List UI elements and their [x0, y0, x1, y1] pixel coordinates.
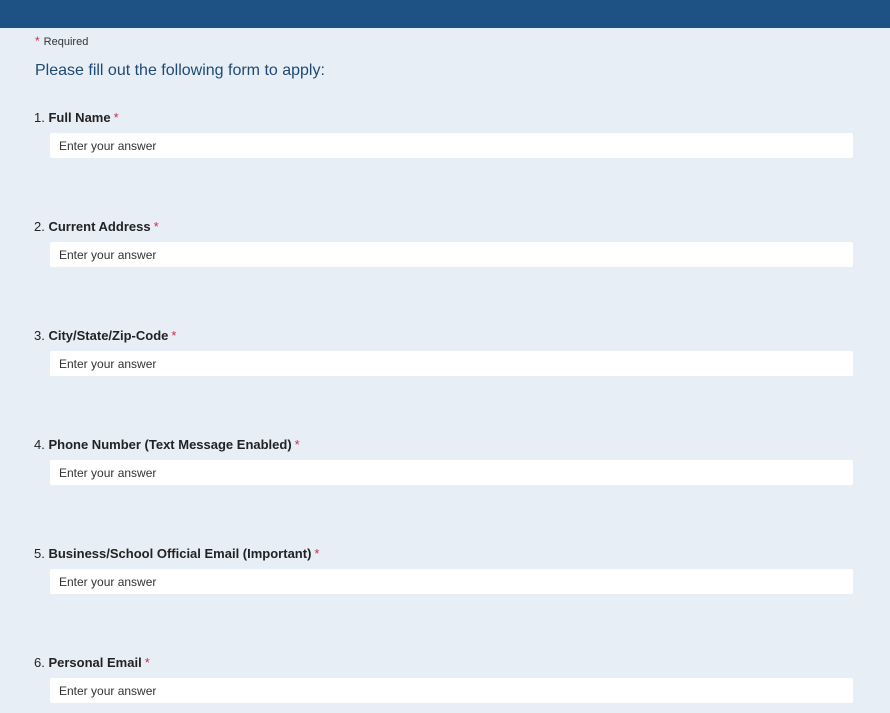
required-star: * — [113, 110, 119, 125]
question-text: Full Name — [48, 110, 111, 125]
question-number: 1. — [34, 110, 45, 125]
question-text: Phone Number (Text Message Enabled) — [48, 437, 292, 452]
question-number: 5. — [34, 546, 45, 561]
required-star: * — [314, 546, 320, 561]
question-text: City/State/Zip-Code — [48, 328, 169, 343]
required-star: * — [171, 328, 177, 343]
phone-number-input[interactable] — [50, 460, 853, 485]
required-label: Required — [43, 36, 89, 48]
top-banner — [0, 0, 890, 28]
question-current-address: 2. Current Address * — [34, 218, 854, 267]
question-number: 2. — [34, 219, 45, 234]
required-star: * — [153, 219, 159, 234]
business-email-input[interactable] — [50, 569, 853, 594]
question-label: 5. Business/School Official Email (Impor… — [34, 545, 854, 563]
question-business-email: 5. Business/School Official Email (Impor… — [34, 545, 854, 594]
question-full-name: 1. Full Name * — [34, 109, 854, 158]
question-label: 1. Full Name * — [34, 109, 854, 127]
personal-email-input[interactable] — [50, 678, 853, 703]
question-text: Personal Email — [48, 655, 142, 670]
question-label: 2. Current Address * — [34, 218, 854, 236]
question-number: 4. — [34, 437, 45, 452]
question-text: Business/School Official Email (Importan… — [48, 546, 312, 561]
required-star: * — [144, 655, 150, 670]
required-star: * — [294, 437, 300, 452]
required-star: * — [35, 34, 40, 48]
question-label: 4. Phone Number (Text Message Enabled) * — [34, 436, 854, 454]
question-phone-number: 4. Phone Number (Text Message Enabled) * — [34, 436, 854, 485]
question-label: 3. City/State/Zip-Code * — [34, 327, 854, 345]
question-personal-email: 6. Personal Email * — [34, 654, 854, 703]
question-city-state-zip: 3. City/State/Zip-Code * — [34, 327, 854, 376]
form-intro: Please fill out the following form to ap… — [35, 62, 325, 79]
full-name-input[interactable] — [50, 133, 853, 158]
question-number: 3. — [34, 328, 45, 343]
city-state-zip-input[interactable] — [50, 351, 853, 376]
question-text: Current Address — [48, 219, 151, 234]
current-address-input[interactable] — [50, 242, 853, 267]
question-label: 6. Personal Email * — [34, 654, 854, 672]
required-note: * Required — [35, 34, 88, 48]
question-number: 6. — [34, 655, 45, 670]
